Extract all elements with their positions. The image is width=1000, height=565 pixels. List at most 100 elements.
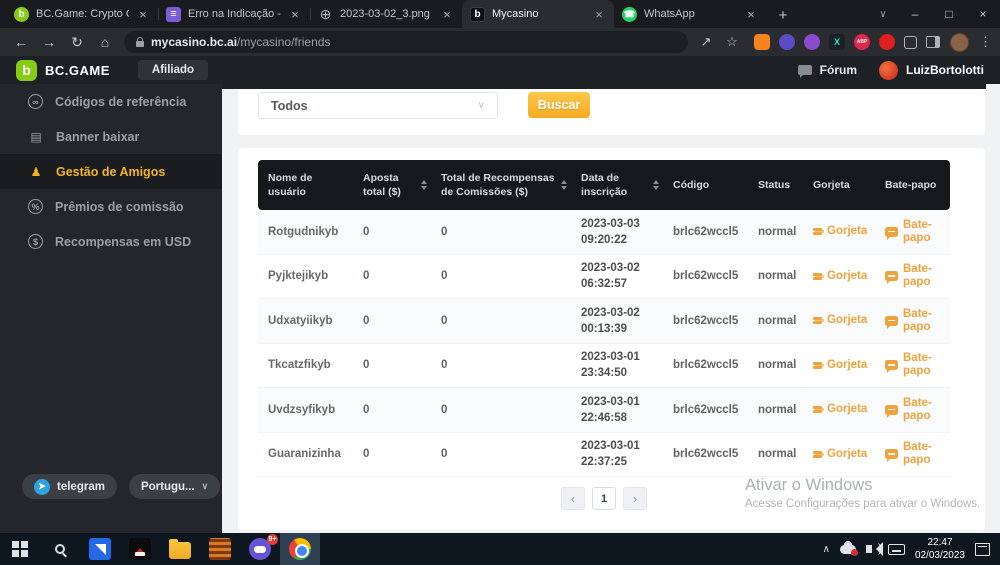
window-close-button[interactable]: × bbox=[966, 0, 1000, 28]
chat-link[interactable]: Bate-papo bbox=[885, 441, 939, 467]
start-button[interactable] bbox=[0, 533, 40, 565]
extension-icon[interactable] bbox=[779, 34, 795, 50]
cell-signup-date: 2023-03-0206:32:57 bbox=[571, 255, 663, 299]
afiliado-button[interactable]: Afiliado bbox=[138, 60, 208, 80]
chat-link[interactable]: Bate-papo bbox=[885, 219, 939, 245]
sidebar-item[interactable]: $ Recompensas em USD bbox=[0, 224, 222, 259]
extension-icon[interactable]: ABP bbox=[854, 34, 870, 50]
browser-tab[interactable]: b Mycasino × bbox=[462, 0, 614, 28]
tip-link[interactable]: Gorjeta bbox=[813, 403, 867, 416]
bookmark-star-icon[interactable]: ☆ bbox=[720, 30, 744, 54]
forward-button[interactable]: → bbox=[36, 30, 62, 54]
chat-bubble-icon bbox=[885, 227, 898, 237]
reload-button[interactable]: ↻ bbox=[64, 30, 90, 54]
cell-status: normal bbox=[748, 388, 803, 432]
cell-signup-date: 2023-03-0309:20:22 bbox=[571, 210, 663, 254]
forum-chat-icon bbox=[798, 65, 812, 75]
sidebar-item-label: Recompensas em USD bbox=[55, 235, 191, 249]
chrome-icon bbox=[289, 538, 311, 560]
tip-link[interactable]: Gorjeta bbox=[813, 270, 867, 283]
taskbar-chrome[interactable] bbox=[280, 533, 320, 565]
tab-close-icon[interactable]: × bbox=[592, 7, 606, 22]
tab-close-icon[interactable]: × bbox=[440, 7, 454, 22]
table-row: Pyjktejikyb 0 0 2023-03-0206:32:57 brlc6… bbox=[258, 255, 950, 300]
chat-link[interactable]: Bate-papo bbox=[885, 397, 939, 423]
sidebar-item[interactable]: % Prêmios de comissão bbox=[0, 189, 222, 224]
tab-favicon-icon: ⊕ bbox=[318, 7, 333, 22]
taskbar-app-radeon[interactable] bbox=[80, 533, 120, 565]
browser-menu-icon[interactable]: ⋮ bbox=[979, 34, 992, 50]
filter-select[interactable]: Todos ∨ bbox=[258, 92, 498, 119]
cell-username: Guaranizinha bbox=[258, 433, 353, 477]
cell-code: brlc62wccl5 bbox=[663, 433, 748, 477]
keyboard-icon[interactable] bbox=[888, 544, 905, 555]
cell-signup-date: 2023-03-0122:37:25 bbox=[571, 433, 663, 477]
pagination-page-1[interactable]: 1 bbox=[592, 487, 616, 510]
taskbar-app-game[interactable] bbox=[120, 533, 160, 565]
taskbar-search-button[interactable] bbox=[40, 533, 80, 565]
extension-icon[interactable] bbox=[754, 34, 770, 50]
home-button[interactable]: ⌂ bbox=[92, 30, 118, 54]
extension-icon[interactable]: X bbox=[829, 34, 845, 50]
pagination-prev-button[interactable]: ‹ bbox=[561, 487, 585, 510]
sidebar-item[interactable]: ♟ Gestão de Amigos bbox=[0, 154, 222, 189]
browser-tab[interactable]: b BC.Game: Crypto Casino Gan × bbox=[6, 0, 158, 28]
back-button[interactable]: ← bbox=[8, 30, 34, 54]
chat-link[interactable]: Bate-papo bbox=[885, 263, 939, 289]
tab-close-icon[interactable]: × bbox=[744, 7, 758, 22]
bcgame-logo[interactable]: b bbox=[16, 60, 37, 81]
sidebar-item[interactable]: ▤ Banner baixar bbox=[0, 119, 222, 154]
language-selector[interactable]: Portugu... ∨ bbox=[129, 474, 220, 499]
tip-link[interactable]: Gorjeta bbox=[813, 359, 867, 372]
tip-link[interactable]: Gorjeta bbox=[813, 314, 867, 327]
tab-title: Erro na Indicação - BC.Game bbox=[188, 8, 281, 20]
browser-profile-avatar[interactable] bbox=[950, 33, 969, 52]
volume-icon[interactable] bbox=[866, 545, 872, 553]
sidebar-item[interactable]: ∞ Códigos de referência bbox=[0, 84, 222, 119]
taskbar-game-bar[interactable]: 9+ bbox=[240, 533, 280, 565]
tip-link[interactable]: Gorjeta bbox=[813, 448, 867, 461]
onedrive-icon[interactable] bbox=[840, 545, 856, 554]
window-minimize-button[interactable]: – bbox=[898, 0, 932, 28]
browser-tab[interactable]: ☎ WhatsApp × bbox=[614, 0, 766, 28]
browser-tab[interactable]: ≡ Erro na Indicação - BC.Game × bbox=[158, 0, 310, 28]
extension-icon[interactable] bbox=[879, 34, 895, 50]
extension-icon[interactable] bbox=[926, 36, 940, 48]
cell-status: normal bbox=[748, 299, 803, 343]
search-button[interactable]: Buscar bbox=[528, 92, 590, 118]
extension-icon[interactable] bbox=[904, 36, 917, 49]
chat-link[interactable]: Bate-papo bbox=[885, 352, 939, 378]
chat-link[interactable]: Bate-papo bbox=[885, 308, 939, 334]
column-header-label: Status bbox=[758, 178, 790, 192]
share-icon[interactable]: ↗ bbox=[694, 30, 718, 54]
tip-link[interactable]: Gorjeta bbox=[813, 225, 867, 238]
sort-icon[interactable] bbox=[421, 180, 427, 190]
table-row: Guaranizinha 0 0 2023-03-0122:37:25 brlc… bbox=[258, 433, 950, 478]
user-avatar[interactable] bbox=[879, 61, 898, 80]
window-maximize-button[interactable]: □ bbox=[932, 0, 966, 28]
taskbar-file-explorer[interactable] bbox=[160, 533, 200, 565]
sort-icon[interactable] bbox=[561, 180, 567, 190]
telegram-button[interactable]: ➤ telegram bbox=[22, 474, 117, 499]
tab-title: 2023-03-02_3.png (1024×76 bbox=[340, 8, 433, 20]
tab-search-icon[interactable]: ∨ bbox=[868, 0, 898, 28]
pagination-next-button[interactable]: › bbox=[623, 487, 647, 510]
tray-expand-icon[interactable]: ∧ bbox=[823, 544, 830, 555]
extension-icon[interactable] bbox=[804, 34, 820, 50]
cell-code: brlc62wccl5 bbox=[663, 255, 748, 299]
coins-icon bbox=[813, 321, 822, 324]
table-row: Udxatyiikyb 0 0 2023-03-0200:13:39 brlc6… bbox=[258, 299, 950, 344]
forum-link[interactable]: Fórum bbox=[820, 63, 857, 77]
cell-total-bet: 0 bbox=[353, 299, 431, 343]
taskbar-clock[interactable]: 22:47 02/03/2023 bbox=[915, 536, 965, 563]
username-label[interactable]: LuizBortolotti bbox=[906, 63, 984, 77]
cell-total-bet: 0 bbox=[353, 210, 431, 254]
tab-close-icon[interactable]: × bbox=[136, 7, 150, 22]
new-tab-button[interactable]: + bbox=[770, 2, 796, 28]
taskbar-app-orange[interactable] bbox=[200, 533, 240, 565]
action-center-icon[interactable] bbox=[975, 543, 990, 556]
sort-icon[interactable] bbox=[653, 180, 659, 190]
address-bar[interactable]: mycasino.bc.ai/mycasino/friends bbox=[124, 31, 688, 53]
browser-tab[interactable]: ⊕ 2023-03-02_3.png (1024×76 × bbox=[310, 0, 462, 28]
tab-close-icon[interactable]: × bbox=[288, 7, 302, 22]
